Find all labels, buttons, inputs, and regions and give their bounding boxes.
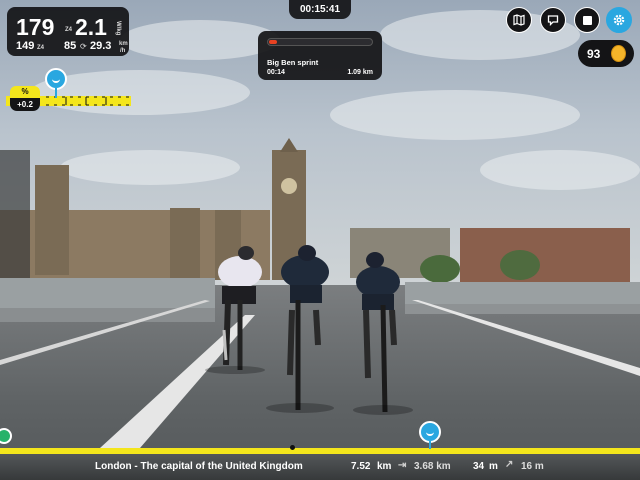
heart-rate-value: 149: [16, 40, 35, 52]
ride-footer: London - The capital of the United Kingd…: [0, 454, 640, 480]
remaining-distance: 3.68 km: [414, 461, 451, 472]
gradient-value: +0.2: [10, 98, 40, 111]
cadence-icon: ⟳: [80, 42, 87, 51]
cadence-value: 85: [64, 40, 77, 52]
rider-center: [281, 245, 329, 410]
climb-icon: ↗: [505, 459, 514, 470]
elevation-unit: m: [489, 461, 498, 472]
coin-icon: [611, 45, 626, 62]
chat-button[interactable]: [540, 7, 566, 33]
speed-value: 29.3: [90, 40, 112, 52]
map-button[interactable]: [506, 7, 532, 33]
location-name: London - The capital of the United Kingd…: [95, 461, 303, 472]
sprint-panel: Big Ben sprint 00:14 1.09 km: [258, 31, 382, 80]
chat-icon: [547, 15, 559, 26]
remaining-icon: ⇥: [398, 460, 407, 471]
speed-unit-top: km: [119, 41, 128, 47]
rider-left: [218, 246, 262, 370]
settings-button[interactable]: [606, 7, 632, 33]
avatar-pin-icon: [419, 421, 441, 443]
stats-panel: 179 Z4 2.1 W/kg 149 Z4 85 ⟳ 29.3 km /h: [7, 7, 129, 56]
zone-label: Z4: [65, 27, 73, 33]
distance-unit: km: [377, 461, 392, 472]
sprint-progress-fill: [269, 40, 277, 44]
stop-icon: [582, 15, 592, 25]
ride-timer: 00:15:41: [289, 0, 351, 19]
wkg-value: 2.1: [75, 14, 107, 40]
power-value: 179: [16, 14, 55, 40]
gradient-label: %: [10, 86, 40, 98]
climb-value: 16 m: [521, 461, 544, 472]
sprint-progress-track: [267, 38, 373, 46]
speed-unit-bottom: /h: [120, 48, 126, 54]
sprint-distance: 1.09 km: [347, 69, 373, 76]
hr-zone-label: Z4: [37, 45, 45, 51]
wkg-unit: W/kg: [115, 21, 121, 36]
rider-right: [356, 252, 400, 413]
coin-balance: 93: [578, 40, 634, 67]
settings-icon: [613, 14, 625, 26]
distance-value: 7.52: [351, 461, 371, 472]
gradient-badge: % +0.2: [10, 86, 40, 112]
coin-count: 93: [587, 47, 601, 61]
map-icon: [513, 14, 525, 26]
elevation-value: 34: [473, 461, 485, 472]
sprint-time: 00:14: [267, 69, 285, 76]
avatar-pin-icon: [45, 68, 67, 90]
stop-button[interactable]: [574, 7, 600, 33]
sprint-name: Big Ben sprint: [267, 58, 319, 67]
